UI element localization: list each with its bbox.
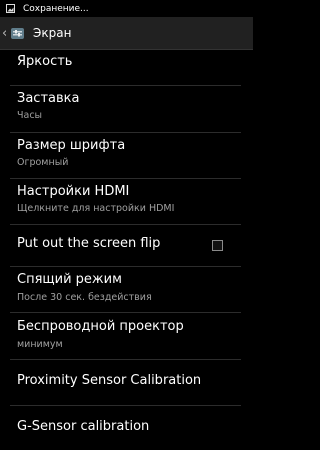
setting-hdmi[interactable]: Настройки HDMI Щелкните для настройки HD… — [0, 179, 253, 224]
setting-screen-flip[interactable]: Put out the screen flip — [0, 225, 253, 266]
setting-hdmi-title: Настройки HDMI — [17, 184, 130, 199]
image-saving-icon — [6, 4, 15, 13]
setting-font-size[interactable]: Размер шрифта Огромный — [0, 133, 253, 178]
setting-proximity-calibration[interactable]: Proximity Sensor Calibration — [0, 360, 253, 405]
settings-app-icon[interactable] — [10, 26, 25, 41]
setting-sleep-summary: После 30 сек. бездействия — [17, 292, 152, 303]
setting-hdmi-summary: Щелкните для настройки HDMI — [17, 203, 175, 214]
setting-gsensor-calibration[interactable]: G-Sensor calibration — [0, 406, 253, 450]
setting-wireless-projector-title: Беспроводной проектор — [17, 319, 184, 334]
setting-screensaver-summary: Часы — [17, 110, 43, 121]
screen-title: Экран — [33, 26, 72, 40]
setting-wireless-projector[interactable]: Беспроводной проектор минимум — [0, 313, 253, 359]
back-caret-icon[interactable]: ‹ — [2, 26, 8, 41]
screen-flip-checkbox[interactable] — [212, 240, 223, 251]
setting-wireless-projector-summary: минимум — [17, 339, 63, 350]
setting-sleep[interactable]: Спящий режим После 30 сек. бездействия — [0, 267, 253, 312]
setting-gsensor-title: G-Sensor calibration — [17, 419, 150, 434]
action-bar: ‹ Экран — [0, 17, 253, 50]
setting-screen-flip-title: Put out the screen flip — [17, 236, 161, 251]
setting-font-size-summary: Огромный — [17, 157, 69, 168]
status-notification-text: Сохранение... — [23, 3, 89, 14]
setting-sleep-title: Спящий режим — [17, 272, 122, 287]
setting-brightness[interactable]: Яркость — [0, 49, 253, 85]
setting-screensaver-title: Заставка — [17, 91, 80, 106]
setting-screensaver[interactable]: Заставка Часы — [0, 86, 253, 132]
setting-brightness-title: Яркость — [17, 54, 73, 69]
setting-font-size-title: Размер шрифта — [17, 138, 126, 153]
setting-proximity-title: Proximity Sensor Calibration — [17, 373, 202, 388]
status-bar: Сохранение... — [0, 0, 253, 17]
